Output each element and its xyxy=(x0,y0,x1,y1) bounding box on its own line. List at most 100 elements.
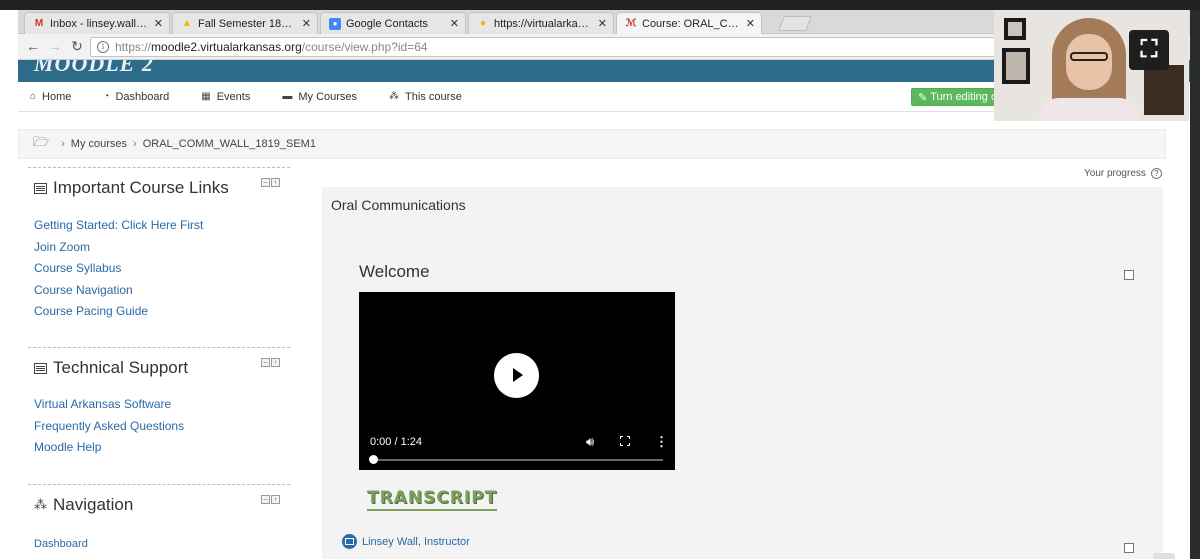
link-course-navigation[interactable]: Course Navigation xyxy=(34,280,290,302)
home-icon: ⌂ xyxy=(30,91,37,102)
forward-icon[interactable]: → xyxy=(46,38,64,54)
browser-tab-google-contacts[interactable]: ● Google Contacts ✕ xyxy=(320,12,466,34)
breadcrumb-course[interactable]: ORAL_COMM_WALL_1819_SEM1 xyxy=(143,138,316,150)
instructor-label: Linsey Wall, Instructor xyxy=(362,535,470,548)
turn-editing-label: Turn editing on xyxy=(930,91,1004,103)
url-host: moodle2.virtualarkansas.org xyxy=(151,40,302,54)
video-progress-knob[interactable] xyxy=(369,455,378,464)
browser-tab-virtualarkansas[interactable]: ● https://virtualarkansas18 ✕ xyxy=(468,12,614,34)
window-top-strip xyxy=(0,0,1200,10)
window-right-edge xyxy=(1190,10,1200,559)
fullscreen-icon[interactable] xyxy=(619,435,631,447)
link-moodle-help[interactable]: Moodle Help xyxy=(34,437,290,459)
nav-my-courses[interactable]: ▬ My Courses xyxy=(282,91,357,103)
video-time: 0:00 / 1:24 xyxy=(370,436,422,448)
nav-my-courses-label: My Courses xyxy=(298,90,358,103)
close-icon[interactable]: ✕ xyxy=(154,17,163,30)
collapse-icon[interactable]: – xyxy=(261,358,270,367)
page-icon xyxy=(342,534,357,549)
browser-tab-fall-semester[interactable]: ▲ Fall Semester 1819 - Goo ✕ xyxy=(172,12,318,34)
list-icon xyxy=(34,182,47,194)
info-icon[interactable]: i xyxy=(97,41,109,53)
address-bar[interactable]: i https://moodle2.virtualarkansas.org/co… xyxy=(90,37,995,57)
volume-icon[interactable]: 🔊︎ xyxy=(586,434,594,450)
link-course-syllabus[interactable]: Course Syllabus xyxy=(34,258,290,280)
close-icon[interactable]: ✕ xyxy=(450,17,459,30)
collapse-icon[interactable]: – xyxy=(261,495,270,504)
your-progress: Your progress ? xyxy=(1084,168,1162,179)
block-title: Navigation xyxy=(53,495,134,514)
block-header: ⁂ Navigation – ‹ xyxy=(28,485,290,525)
tab-title: https://virtualarkansas18 xyxy=(494,17,592,30)
nav-this-course[interactable]: ⁂ This course xyxy=(389,91,462,103)
close-icon[interactable]: ✕ xyxy=(746,17,755,30)
video-player[interactable]: 0:00 / 1:24 🔊︎ ⋮ xyxy=(359,292,675,470)
link-getting-started[interactable]: Getting Started: Click Here First xyxy=(34,215,290,237)
drive-icon: ▲ xyxy=(182,18,192,29)
browser-tab-inbox[interactable]: M Inbox - linsey.wall@virtua ✕ xyxy=(24,12,170,34)
reload-icon[interactable]: ↻ xyxy=(68,38,86,55)
browser-tab-course[interactable]: ℳ Course: ORAL_COMM_WA ✕ xyxy=(616,12,762,34)
dock-icon[interactable]: ‹ xyxy=(271,178,280,187)
video-progress-track[interactable] xyxy=(370,459,663,461)
tab-title: Course: ORAL_COMM_WA xyxy=(642,17,740,30)
transcript-link[interactable]: TRANSCRIPT xyxy=(367,488,498,511)
breadcrumb-separator: › xyxy=(133,138,137,150)
completion-checkbox[interactable] xyxy=(1124,270,1134,280)
block-controls: – ‹ xyxy=(261,495,280,504)
new-tab-button[interactable] xyxy=(778,16,812,31)
web-page: MOODLE 2 ⌂ Home ◔ Dashboard ▦ Events ▬ M… xyxy=(18,60,1190,559)
breadcrumb-my-courses[interactable]: My courses xyxy=(71,138,127,150)
expand-icon[interactable]: ⛶ xyxy=(1129,30,1169,70)
dock-icon[interactable]: ‹ xyxy=(271,358,280,367)
block-header: Technical Support – ‹ xyxy=(28,348,290,388)
your-progress-label: Your progress xyxy=(1084,168,1146,179)
nav-events[interactable]: ▦ Events xyxy=(201,91,250,103)
link-dashboard[interactable]: Dashboard xyxy=(34,534,290,556)
block-important-course-links: Important Course Links – ‹ Getting Start… xyxy=(28,167,290,323)
block-controls: – ‹ xyxy=(261,358,280,367)
nav-events-label: Events xyxy=(216,90,251,103)
instructor-link[interactable]: Linsey Wall, Instructor xyxy=(342,534,470,549)
link-course-pacing-guide[interactable]: Course Pacing Guide xyxy=(34,301,290,323)
dock-icon[interactable]: ‹ xyxy=(271,495,280,504)
block-technical-support: Technical Support – ‹ Virtual Arkansas S… xyxy=(28,347,290,459)
close-icon[interactable]: ✕ xyxy=(598,17,607,30)
edit-icon: ✎ xyxy=(918,91,928,104)
block-title: Important Course Links xyxy=(53,178,229,197)
play-icon[interactable] xyxy=(494,353,539,398)
calendar-icon: ▦ xyxy=(201,91,211,102)
close-icon[interactable]: ✕ xyxy=(302,17,311,30)
breadcrumb-separator: › xyxy=(61,138,65,150)
block-title: Technical Support xyxy=(53,358,189,377)
url-path: /course/view.php?id=64 xyxy=(301,40,428,54)
contacts-icon: ● xyxy=(329,17,341,30)
link-virtual-arkansas-software[interactable]: Virtual Arkansas Software xyxy=(34,394,290,416)
nav-dashboard-label: Dashboard xyxy=(115,90,170,103)
briefcase-icon: ▬ xyxy=(282,91,293,102)
nav-dashboard[interactable]: ◔ Dashboard xyxy=(103,91,169,103)
help-icon[interactable]: ? xyxy=(1150,168,1162,179)
site-logo[interactable]: MOODLE 2 xyxy=(34,60,154,77)
block-controls: – ‹ xyxy=(261,178,280,187)
back-icon[interactable]: ← xyxy=(24,38,42,54)
scroll-to-top-tab[interactable] xyxy=(1153,553,1175,559)
block-links: Virtual Arkansas Software Frequently Ask… xyxy=(28,388,290,459)
section-title: Welcome xyxy=(359,262,430,281)
block-links: Dashboard xyxy=(28,525,290,556)
breadcrumb: 🗁 › My courses › ORAL_COMM_WALL_1819_SEM… xyxy=(18,129,1166,159)
more-options-icon[interactable]: ⋮ xyxy=(655,434,668,450)
link-faq[interactable]: Frequently Asked Questions xyxy=(34,416,290,438)
sitemap-icon: ⁂ xyxy=(389,91,400,102)
list-icon xyxy=(34,362,47,374)
presenter-glasses xyxy=(1070,52,1108,61)
dashboard-icon: ◔ xyxy=(103,91,110,102)
completion-checkbox[interactable] xyxy=(1124,543,1134,553)
nav-home[interactable]: ⌂ Home xyxy=(30,91,71,103)
presenter-body xyxy=(1039,98,1139,121)
webcam-overlay: ⛶ xyxy=(994,10,1189,121)
course-title: Oral Communications xyxy=(331,197,466,213)
tab-title: Inbox - linsey.wall@virtua xyxy=(50,17,148,30)
collapse-icon[interactable]: – xyxy=(261,178,270,187)
link-join-zoom[interactable]: Join Zoom xyxy=(34,237,290,259)
